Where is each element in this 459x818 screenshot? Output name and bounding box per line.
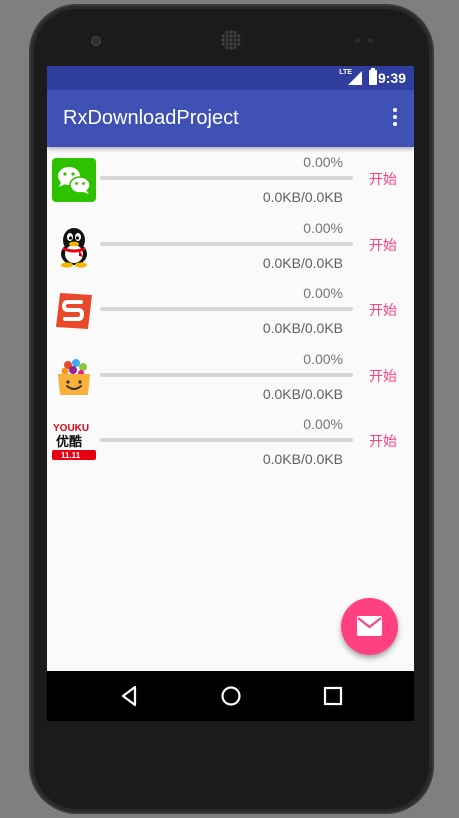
progress-percent: 0.00%: [303, 219, 343, 236]
home-icon[interactable]: [218, 683, 244, 709]
start-button[interactable]: 开始: [369, 169, 397, 189]
youku-logo-chinese: 优酷: [56, 434, 82, 450]
start-button[interactable]: 开始: [369, 431, 397, 451]
app-bar: RxDownloadProject: [47, 90, 414, 147]
mail-icon: [357, 616, 382, 636]
youku-logo-icon: YOUKU 优酷 11.11: [52, 420, 96, 464]
start-button[interactable]: 开始: [369, 366, 397, 386]
download-size: 0.0KB/0.0KB: [262, 254, 343, 271]
start-button[interactable]: 开始: [369, 235, 397, 255]
light-sensor: [368, 38, 373, 43]
download-size: 0.0KB/0.0KB: [262, 451, 343, 467]
earpiece-speaker: [221, 30, 241, 50]
sogou-icon: [52, 289, 96, 333]
progress-percent: 0.00%: [303, 350, 343, 367]
download-size: 0.0KB/0.0KB: [262, 320, 343, 336]
app-title: RxDownloadProject: [63, 107, 239, 129]
system-nav-bar: [47, 671, 414, 721]
shopping-bag-icon: [52, 355, 96, 399]
download-item-sogou: 0.00% 0.0KB/0.0KB 开始: [47, 278, 414, 344]
status-bar: LTE 9:39: [47, 66, 414, 90]
qq-penguin-icon: [52, 224, 96, 268]
download-size: 0.0KB/0.0KB: [262, 189, 343, 205]
download-item-qq: 0.00% 0.0KB/0.0KB 开始: [47, 213, 414, 279]
wechat-icon: [52, 158, 96, 202]
youku-logo-badge: 11.11: [61, 451, 81, 460]
signal-icon: [348, 71, 362, 85]
battery-icon: [369, 68, 377, 85]
download-item-youku: YOUKU 优酷 11.11 0.00% 0.0KB/0.0KB 开始: [47, 409, 414, 475]
status-time: 9:39: [377, 70, 406, 86]
download-item-wechat: 0.00% 0.0KB/0.0KB 开始: [47, 147, 414, 213]
progress-bar: [100, 307, 353, 311]
progress-bar: [100, 176, 353, 180]
youku-logo-wordmark: YOUKU: [53, 423, 89, 434]
progress-bar: [100, 241, 353, 246]
back-icon[interactable]: [117, 683, 143, 709]
progress-percent: 0.00%: [303, 154, 343, 170]
progress-bar: [100, 372, 353, 377]
mail-fab-button[interactable]: [341, 598, 398, 655]
recents-icon[interactable]: [320, 683, 346, 709]
progress-percent: 0.00%: [303, 285, 343, 301]
progress-bar: [100, 438, 353, 442]
screen: LTE 9:39 RxDownloadProject 0.00% 0.0KB/0…: [47, 66, 414, 721]
download-size: 0.0KB/0.0KB: [262, 385, 343, 402]
proximity-sensor: [355, 38, 360, 43]
front-camera: [91, 36, 101, 46]
more-vert-icon[interactable]: [388, 108, 402, 130]
download-item-app-store: 0.00% 0.0KB/0.0KB 开始: [47, 344, 414, 410]
start-button[interactable]: 开始: [369, 300, 397, 320]
download-list: 0.00% 0.0KB/0.0KB 开始 0.00% 0.0KB/0.0KB 开…: [47, 147, 414, 475]
progress-percent: 0.00%: [303, 416, 343, 432]
